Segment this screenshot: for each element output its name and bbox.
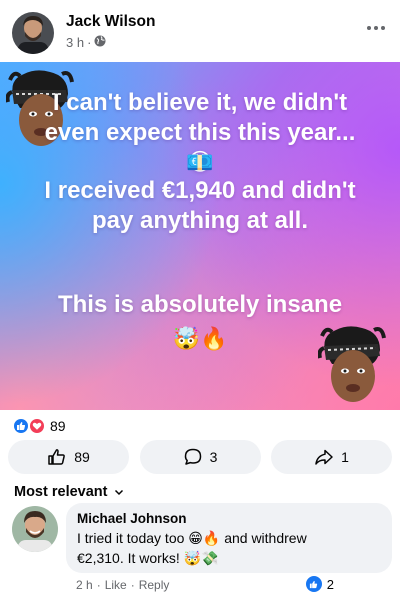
meta-separator: · bbox=[87, 35, 92, 50]
comment-button[interactable]: 3 bbox=[139, 440, 261, 474]
comment-bubble[interactable]: Michael Johnson I tried it today too 😁🔥 … bbox=[66, 503, 392, 573]
post-meta: 3 h · bbox=[66, 35, 106, 50]
author-name[interactable]: Jack Wilson bbox=[66, 13, 155, 31]
comment-text-line2: €2,310. It works! 🤯💸 bbox=[77, 550, 219, 566]
like-reaction-icon bbox=[305, 576, 322, 592]
comment-meta-dot: · bbox=[96, 578, 101, 592]
reactions-summary[interactable]: 89 bbox=[0, 410, 400, 442]
chevron-down-icon bbox=[115, 489, 124, 496]
money-emoji: 💶 bbox=[186, 150, 214, 175]
post-actions: 89 3 1 bbox=[8, 440, 392, 476]
reaction-count: 89 bbox=[50, 418, 66, 434]
thumbs-up-icon bbox=[48, 449, 66, 465]
sort-label: Most relevant bbox=[14, 484, 108, 500]
commenter-avatar[interactable] bbox=[12, 506, 58, 552]
comment-sort-dropdown[interactable]: Most relevant bbox=[14, 484, 125, 500]
comment-count: 3 bbox=[209, 449, 218, 465]
share-arrow-icon bbox=[315, 449, 333, 465]
commenter-name[interactable]: Michael Johnson bbox=[77, 510, 381, 527]
comment-meta: 2 h · Like · Reply bbox=[76, 578, 169, 592]
post-emoji-end: 🤯🔥 bbox=[172, 326, 228, 351]
post-content[interactable]: I can't believe it, we didn't even expec… bbox=[0, 62, 400, 410]
share-button[interactable]: 1 bbox=[271, 440, 392, 474]
comment-like-link[interactable]: Like bbox=[105, 578, 127, 592]
comment-reaction-count: 2 bbox=[326, 576, 334, 592]
like-reaction-icon bbox=[12, 417, 30, 435]
comment-text-line1: I tried it today too 😁🔥 and withdrew bbox=[77, 530, 307, 546]
post-time[interactable]: 3 h bbox=[66, 35, 84, 50]
post-header: Jack Wilson 3 h · bbox=[0, 0, 400, 62]
comment-reply-link[interactable]: Reply bbox=[139, 578, 170, 592]
like-count: 89 bbox=[74, 449, 90, 465]
comment-bubble-icon bbox=[184, 448, 201, 465]
love-reaction-icon bbox=[28, 417, 46, 435]
comment-time[interactable]: 2 h bbox=[76, 578, 93, 592]
globe-icon bbox=[94, 35, 106, 50]
post-text-line3: This is absolutely insane bbox=[57, 291, 343, 318]
comment-reactions[interactable]: 2 bbox=[305, 576, 334, 592]
share-count: 1 bbox=[341, 449, 349, 465]
comment-meta-dot-2: · bbox=[130, 578, 135, 592]
more-horizontal-icon bbox=[367, 26, 385, 30]
more-options-button[interactable] bbox=[364, 18, 388, 38]
author-avatar[interactable] bbox=[12, 12, 54, 54]
like-button[interactable]: 89 bbox=[8, 440, 129, 474]
post-text-line2: I received €1,940 and didn't pay anythin… bbox=[44, 177, 356, 234]
